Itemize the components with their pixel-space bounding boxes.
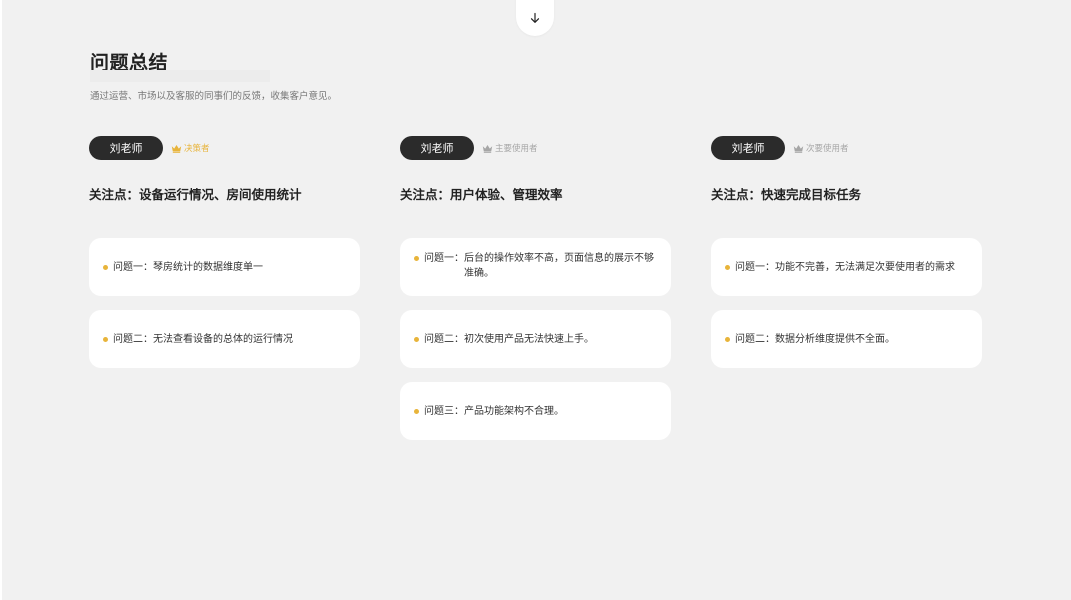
persona-column-primary-user: 刘老师 主要使用者 关注点：用户体验、管理效率 问题一： 后台的操作效率不高，页面… — [400, 136, 672, 454]
issue-list: 问题一： 后台的操作效率不高，页面信息的展示不够准确。 问题二：初次使用产品无法快… — [400, 238, 672, 440]
persona-name-pill[interactable]: 刘老师 — [711, 136, 785, 160]
title-underline — [90, 70, 270, 82]
crown-icon — [482, 144, 493, 153]
persona-role: 次要使用者 — [793, 142, 849, 154]
bullet-dot — [103, 264, 108, 270]
persona-header: 刘老师 次要使用者 — [711, 136, 983, 160]
persona-name-pill[interactable]: 刘老师 — [400, 136, 474, 160]
persona-header: 刘老师 决策者 — [89, 136, 361, 160]
bullet-dot — [725, 264, 730, 270]
bullet-dot — [725, 336, 730, 342]
bullet-dot — [103, 336, 108, 342]
crown-icon — [793, 144, 804, 153]
persona-focus: 关注点：快速完成目标任务 — [711, 187, 862, 202]
issue-text: 问题二：数据分析维度提供不全面。 — [735, 333, 895, 345]
issue-text: 问题二：初次使用产品无法快速上手。 — [424, 333, 594, 345]
issue-list: 问题一：琴房统计的数据维度单一 问题二：无法查看设备的总体的运行情况 — [89, 238, 361, 368]
issue-card: 问题一：功能不完善，无法满足次要使用者的需求 — [711, 238, 982, 296]
issue-card: 问题二：无法查看设备的总体的运行情况 — [89, 310, 360, 368]
persona-column-secondary-user: 刘老师 次要使用者 关注点：快速完成目标任务 问题一：功能不完善，无法满足次要使… — [711, 136, 983, 382]
persona-role: 决策者 — [171, 142, 210, 154]
persona-name-pill[interactable]: 刘老师 — [89, 136, 163, 160]
issue-card: 问题一： 后台的操作效率不高，页面信息的展示不够准确。 — [400, 238, 671, 296]
page-subtitle: 通过运营、市场以及客服的同事们的反馈，收集客户意见。 — [90, 91, 338, 102]
page-left-edge — [0, 0, 2, 600]
persona-header: 刘老师 主要使用者 — [400, 136, 672, 160]
persona-column-decision-maker: 刘老师 决策者 关注点：设备运行情况、房间使用统计 问题一：琴房统计的数据维度单… — [89, 136, 361, 382]
persona-focus: 关注点：用户体验、管理效率 — [400, 187, 563, 202]
bullet-dot — [414, 256, 419, 261]
persona-role-label: 决策者 — [184, 144, 210, 154]
issue-card: 问题二：数据分析维度提供不全面。 — [711, 310, 982, 368]
arrow-down-icon — [530, 12, 540, 23]
persona-role: 主要使用者 — [482, 142, 538, 154]
issue-text: 问题一：功能不完善，无法满足次要使用者的需求 — [735, 261, 955, 273]
issue-text: 问题三：产品功能架构不合理。 — [424, 405, 564, 417]
issue-card: 问题一：琴房统计的数据维度单一 — [89, 238, 360, 296]
issue-text: 问题一： 后台的操作效率不高，页面信息的展示不够准确。 — [424, 253, 654, 279]
scroll-down-button[interactable] — [516, 0, 554, 36]
issue-text: 问题二：无法查看设备的总体的运行情况 — [113, 333, 293, 345]
issue-card: 问题三：产品功能架构不合理。 — [400, 382, 671, 440]
issue-list: 问题一：功能不完善，无法满足次要使用者的需求 问题二：数据分析维度提供不全面。 — [711, 238, 983, 368]
bullet-dot — [414, 408, 419, 414]
persona-role-label: 次要使用者 — [806, 144, 849, 154]
persona-focus: 关注点：设备运行情况、房间使用统计 — [89, 187, 302, 202]
bullet-dot — [414, 336, 419, 342]
persona-role-label: 主要使用者 — [495, 144, 538, 154]
issue-text: 问题一：琴房统计的数据维度单一 — [113, 261, 263, 273]
crown-icon — [171, 144, 182, 153]
issue-card: 问题二：初次使用产品无法快速上手。 — [400, 310, 671, 368]
